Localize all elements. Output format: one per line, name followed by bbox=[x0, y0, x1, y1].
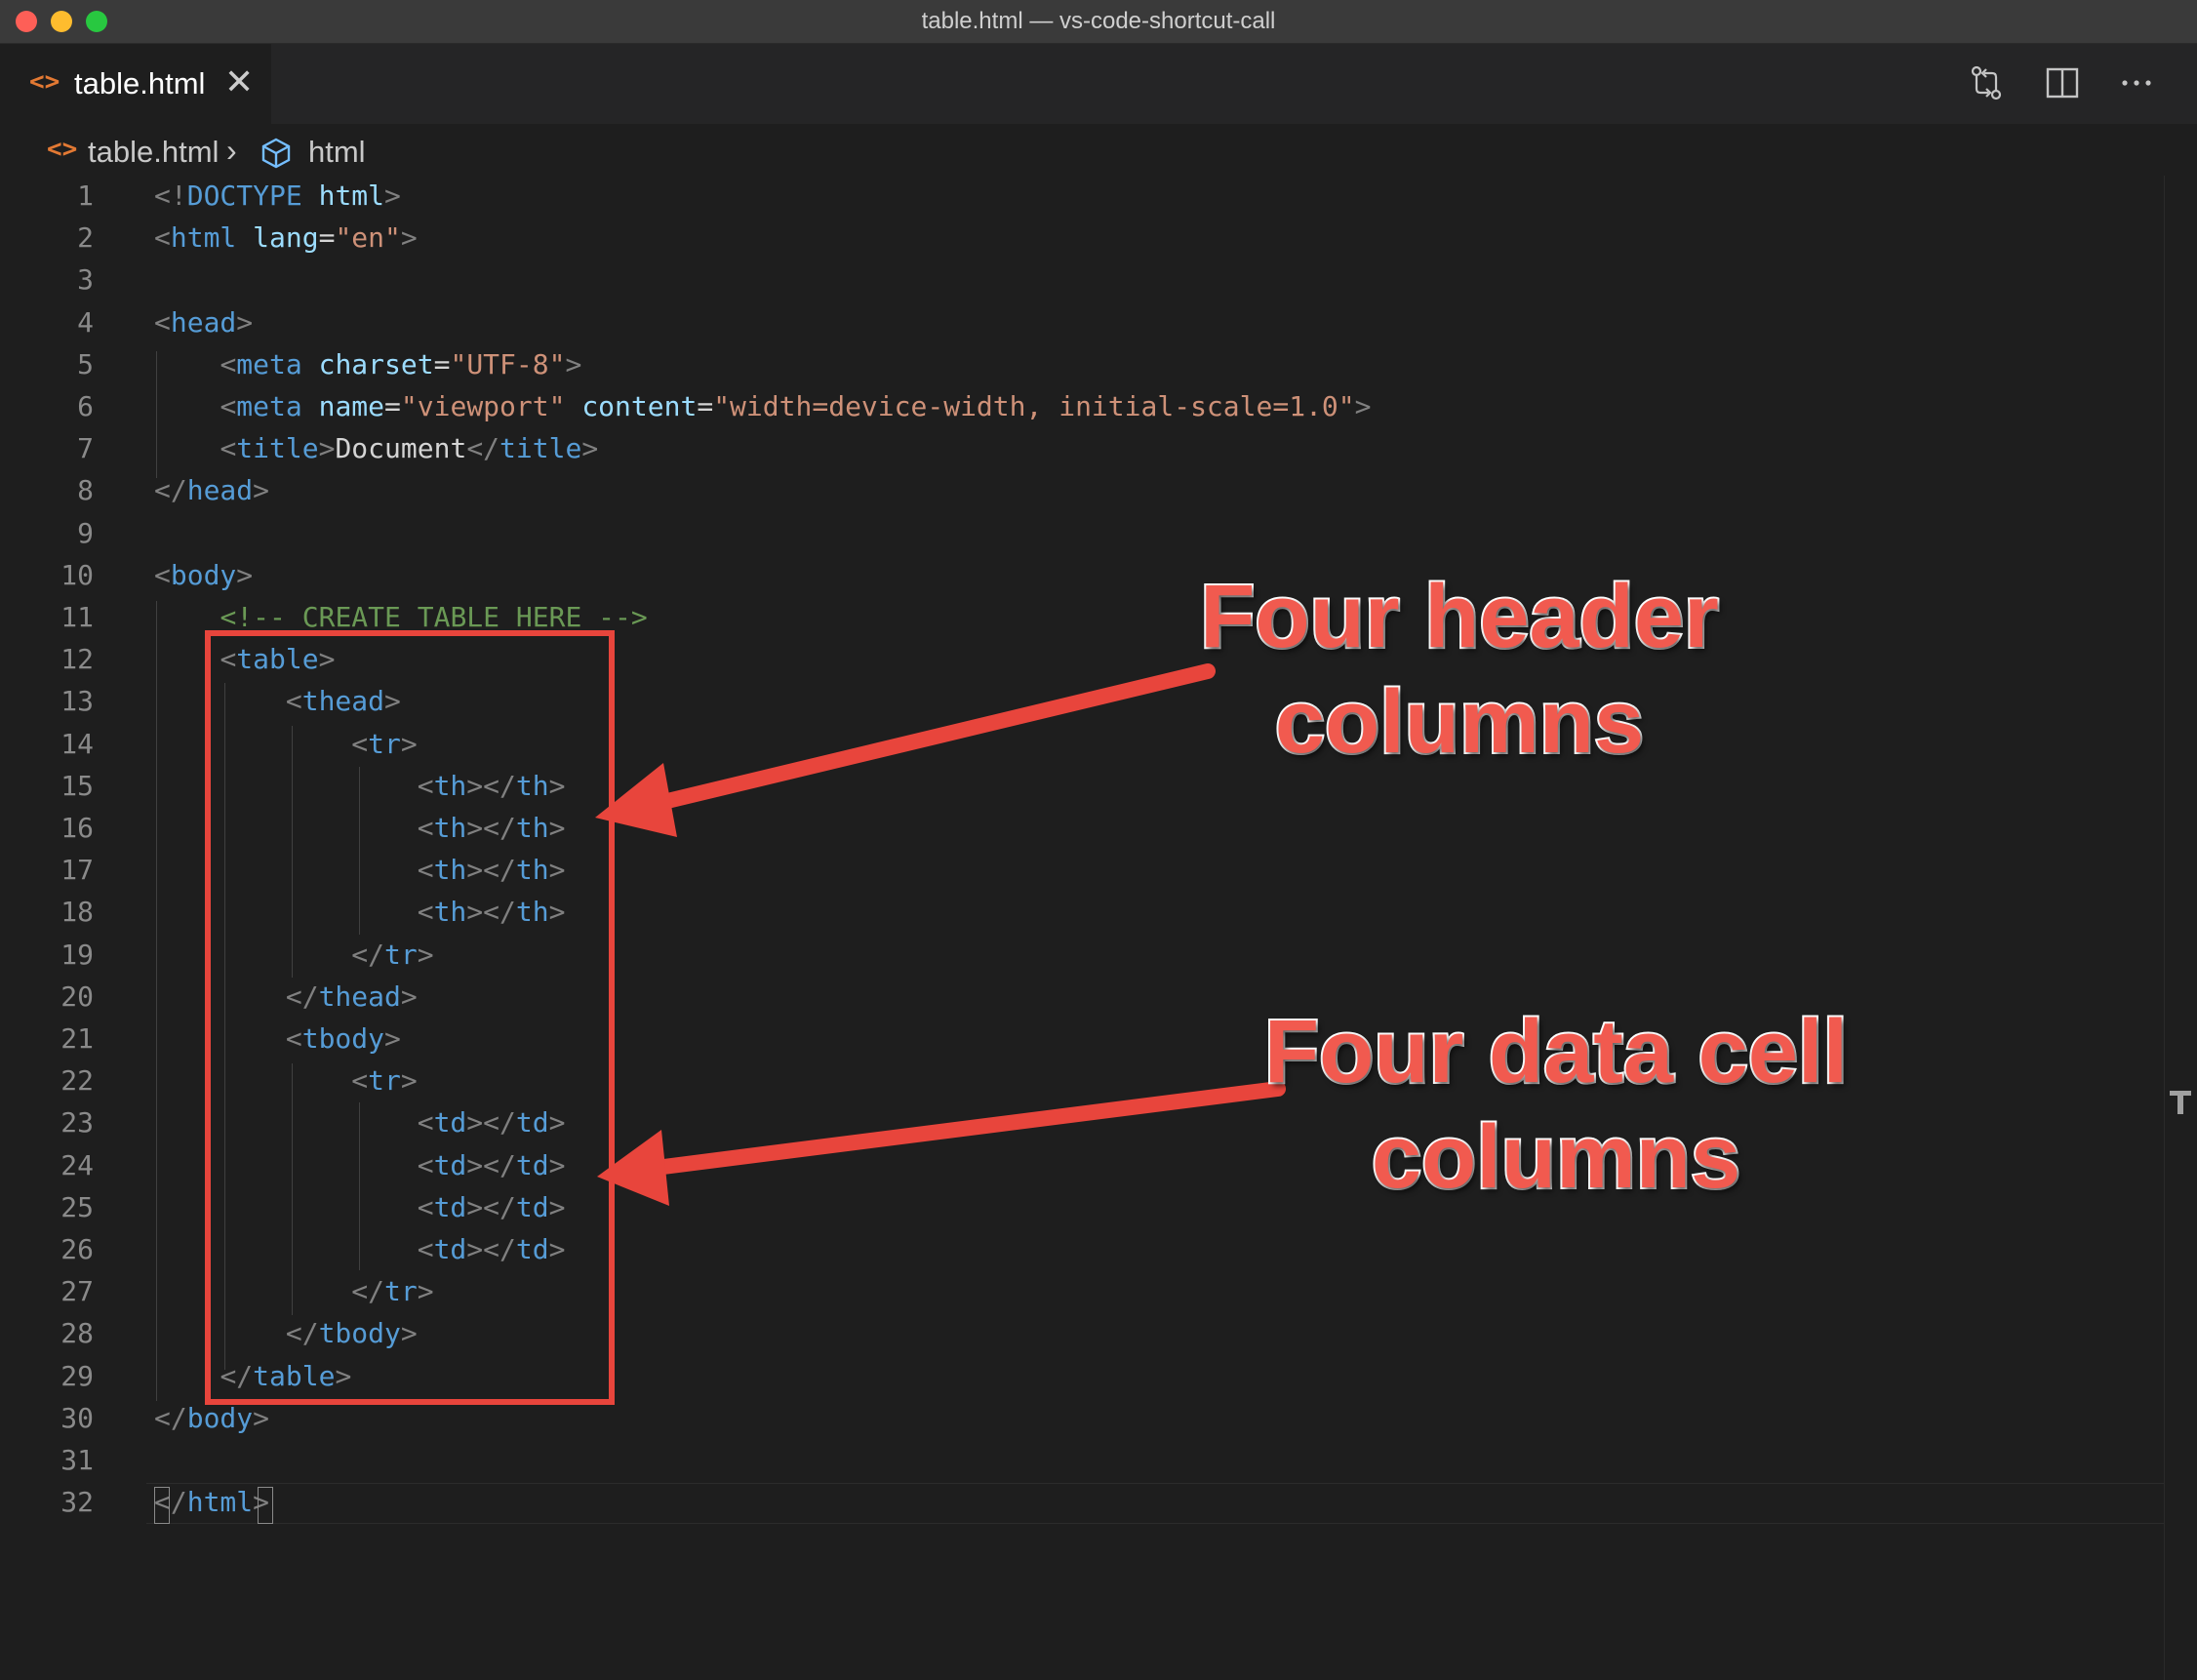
annotation-header-line1: Four header bbox=[1198, 565, 1721, 668]
vscode-window: table.html — vs-code-shortcut-call <> ta… bbox=[0, 0, 2197, 1680]
line-number: 22 bbox=[60, 1064, 94, 1098]
breadcrumb-file[interactable]: table.html bbox=[88, 135, 219, 170]
line-number: 32 bbox=[60, 1486, 94, 1519]
line-number: 24 bbox=[60, 1148, 94, 1181]
breadcrumb-separator: › bbox=[226, 133, 237, 168]
line-number: 30 bbox=[60, 1401, 94, 1434]
line-number: 9 bbox=[77, 516, 94, 549]
line-number: 11 bbox=[60, 601, 94, 633]
line-number: 6 bbox=[77, 390, 94, 422]
data-arrow bbox=[597, 1081, 1286, 1206]
line-number: 7 bbox=[77, 432, 94, 465]
line-number: 16 bbox=[60, 812, 94, 844]
code-line[interactable]: <title>Document</title> bbox=[154, 432, 598, 464]
html-file-icon: <> bbox=[29, 67, 60, 97]
line-number: 28 bbox=[60, 1317, 94, 1350]
line-number: 14 bbox=[60, 727, 94, 760]
line-number: 27 bbox=[60, 1275, 94, 1308]
line-number: 17 bbox=[60, 854, 94, 887]
line-number: 31 bbox=[60, 1444, 94, 1476]
split-editor-icon[interactable] bbox=[2043, 63, 2082, 102]
scroll-position-marker-icon bbox=[2170, 1091, 2191, 1114]
code-line[interactable]: </head> bbox=[154, 474, 269, 506]
source-control-compare-icon[interactable] bbox=[1967, 63, 2006, 102]
code-line[interactable]: <!DOCTYPE html> bbox=[154, 180, 401, 212]
line-number: 21 bbox=[60, 1022, 94, 1055]
code-line[interactable]: </html> bbox=[154, 1486, 269, 1518]
breadcrumb-symbol[interactable]: html bbox=[308, 135, 366, 170]
bracket-match-close bbox=[258, 1487, 273, 1524]
annotation-data-line1: Four data cell bbox=[1262, 1000, 1850, 1103]
line-number: 4 bbox=[77, 305, 94, 339]
code-line[interactable]: <meta name="viewport" content="width=dev… bbox=[154, 390, 1371, 422]
code-line[interactable]: <!-- CREATE TABLE HERE --> bbox=[154, 601, 647, 633]
line-number: 10 bbox=[60, 558, 94, 591]
code-line[interactable]: <head> bbox=[154, 306, 253, 339]
line-number: 2 bbox=[77, 221, 94, 255]
line-number: 12 bbox=[60, 643, 94, 676]
line-number: 19 bbox=[60, 938, 94, 971]
current-line-highlight bbox=[146, 1483, 2197, 1524]
line-number: 3 bbox=[77, 263, 94, 297]
annotation-header-line2: columns bbox=[1273, 670, 1646, 774]
line-number: 1 bbox=[77, 180, 94, 212]
line-number: 18 bbox=[60, 896, 94, 929]
html-file-icon: <> bbox=[47, 135, 78, 164]
breadcrumb: <> table.html › html bbox=[0, 125, 2197, 176]
header-arrow bbox=[595, 663, 1216, 837]
title-bar: table.html — vs-code-shortcut-call bbox=[0, 0, 2197, 44]
line-number: 13 bbox=[60, 685, 94, 718]
line-number: 15 bbox=[60, 769, 94, 802]
vertical-scrollbar[interactable] bbox=[2164, 176, 2197, 1680]
table-highlight-box bbox=[205, 630, 615, 1405]
close-tab-icon[interactable]: ✕ bbox=[224, 61, 254, 102]
window-title: table.html — vs-code-shortcut-call bbox=[921, 8, 1276, 34]
tab-table-html[interactable]: <> table.html ✕ bbox=[0, 44, 271, 124]
code-line[interactable]: </body> bbox=[154, 1402, 269, 1434]
code-line[interactable]: <html lang="en"> bbox=[154, 221, 418, 254]
cube-symbol-icon bbox=[261, 138, 291, 169]
line-number: 20 bbox=[60, 980, 94, 1013]
annotation-data-line2: columns bbox=[1370, 1105, 1742, 1209]
line-number: 26 bbox=[60, 1233, 94, 1265]
code-line[interactable]: <body> bbox=[154, 559, 253, 591]
tab-bar: <> table.html ✕ bbox=[0, 44, 2197, 124]
code-line[interactable]: <meta charset="UTF-8"> bbox=[154, 348, 581, 380]
line-number: 23 bbox=[60, 1106, 94, 1140]
annotation-header-columns: Four header columns bbox=[1167, 564, 1752, 775]
line-number: 5 bbox=[77, 347, 94, 380]
more-actions-icon[interactable] bbox=[2117, 63, 2156, 102]
line-number: 8 bbox=[77, 474, 94, 507]
annotation-data-columns: Four data cell columns bbox=[1239, 999, 1873, 1210]
bracket-match-open bbox=[154, 1487, 170, 1524]
tab-label: table.html bbox=[74, 66, 206, 100]
line-number: 29 bbox=[60, 1359, 94, 1392]
line-number: 25 bbox=[60, 1190, 94, 1223]
